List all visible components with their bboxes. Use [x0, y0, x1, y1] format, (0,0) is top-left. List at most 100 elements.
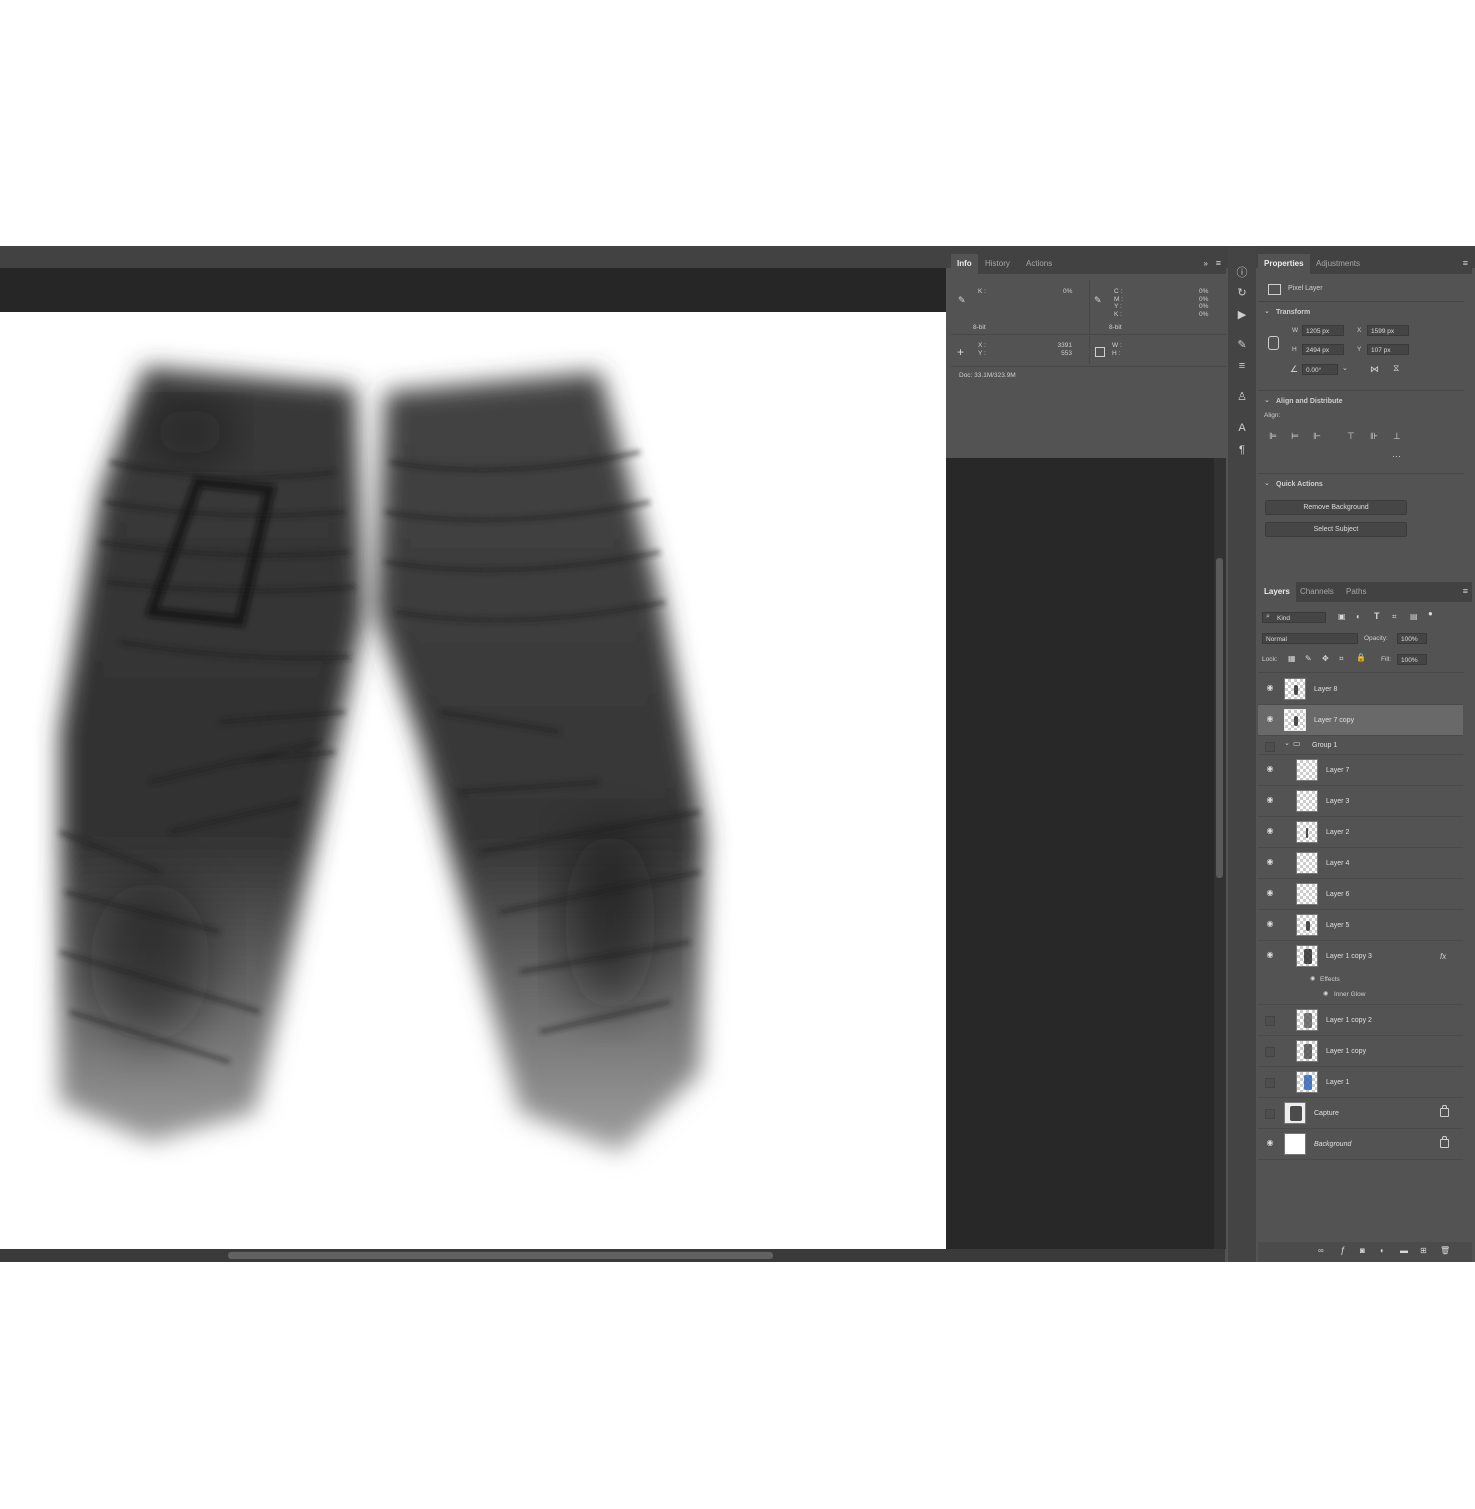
collapse-icon[interactable]: » — [1204, 260, 1208, 268]
panel-menu-icon[interactable]: ≡ — [1463, 259, 1468, 268]
fill-input[interactable]: 100% — [1397, 654, 1427, 665]
inner-glow-eye-icon[interactable]: ◉ — [1323, 991, 1328, 997]
more-icon[interactable]: ··· — [1392, 452, 1401, 461]
layer-group-row[interactable]: ⌄ ▭ Group 1 — [1258, 736, 1463, 755]
add-style-fx-icon[interactable]: ƒ — [1340, 1246, 1345, 1255]
visibility-toggle[interactable] — [1265, 1078, 1275, 1088]
history-icon[interactable]: ↻ — [1228, 286, 1256, 299]
align-left-icon[interactable]: ⊫ — [1269, 432, 1277, 441]
layer-row[interactable]: ◉ Layer 2 — [1258, 817, 1463, 848]
visibility-eye-icon[interactable]: ◉ — [1265, 888, 1275, 898]
visibility-toggle[interactable] — [1265, 1016, 1275, 1026]
layer-row[interactable]: ◉ Layer 6 — [1258, 879, 1463, 910]
layer-effects-fx-icon[interactable]: fx — [1440, 952, 1446, 961]
layer-row[interactable]: ◉ Layer 7 copy — [1258, 705, 1463, 736]
visibility-eye-icon[interactable]: ◉ — [1265, 795, 1275, 805]
layer-row[interactable]: ◉ Layer 8 — [1258, 674, 1463, 705]
horizontal-scrollbar-thumb[interactable] — [228, 1252, 773, 1259]
trash-icon[interactable]: 🗑 — [1440, 1247, 1450, 1255]
layer-row[interactable]: Layer 1 — [1258, 1067, 1463, 1098]
visibility-eye-icon[interactable]: ◉ — [1265, 826, 1275, 836]
new-layer-icon[interactable]: ⊞ — [1420, 1247, 1427, 1255]
select-subject-button[interactable]: Select Subject — [1265, 522, 1407, 537]
filter-pixel-icon[interactable]: ▣ — [1338, 613, 1346, 621]
align-center-h-icon[interactable]: ⊨ — [1291, 432, 1299, 441]
tab-actions[interactable]: Actions — [1020, 254, 1058, 274]
layer-row[interactable]: ◉ Layer 5 — [1258, 910, 1463, 941]
panel-menu-icon[interactable]: ≡ — [1463, 587, 1468, 596]
tab-properties[interactable]: Properties — [1258, 254, 1310, 274]
stamp-icon[interactable]: ♙ — [1228, 390, 1256, 403]
blend-mode-select[interactable]: Normal — [1262, 633, 1358, 644]
filter-adjustment-icon[interactable]: ◐ — [1356, 613, 1361, 621]
visibility-toggle[interactable] — [1265, 742, 1275, 752]
visibility-eye-icon[interactable]: ◉ — [1265, 764, 1275, 774]
tab-adjustments[interactable]: Adjustments — [1310, 254, 1366, 274]
link-layers-icon[interactable]: ∞ — [1318, 1247, 1324, 1255]
flip-vertical-icon[interactable]: ⧖ — [1393, 364, 1399, 373]
horizontal-scrollbar[interactable] — [0, 1249, 1225, 1262]
visibility-eye-icon[interactable]: ◉ — [1265, 857, 1275, 867]
visibility-eye-icon[interactable]: ◉ — [1265, 950, 1275, 960]
new-adjustment-icon[interactable]: ◐ — [1380, 1247, 1385, 1255]
paragraph-icon[interactable]: ¶ — [1228, 444, 1256, 456]
lock-artboard-icon[interactable]: ⌗ — [1339, 655, 1344, 663]
align-bottom-icon[interactable]: ⊥ — [1393, 432, 1401, 441]
visibility-toggle[interactable] — [1265, 1047, 1275, 1057]
chevron-down-icon[interactable]: ⌄ — [1284, 740, 1290, 747]
chevron-down-icon[interactable]: ⌄ — [1264, 308, 1270, 315]
layer-row[interactable]: ◉ Background — [1258, 1129, 1463, 1160]
filter-toggle-icon[interactable]: ● — [1428, 610, 1433, 618]
vertical-scrollbar-thumb[interactable] — [1216, 558, 1223, 878]
filter-shape-icon[interactable]: ⌗ — [1392, 613, 1397, 621]
document-canvas[interactable] — [0, 312, 946, 1249]
layer-row[interactable]: ◉ Layer 1 copy 3 fx ◉ Effects ◉ Inner Gl… — [1258, 941, 1463, 1005]
align-top-icon[interactable]: ⊤ — [1347, 432, 1355, 441]
transform-w-input[interactable]: 1205 px — [1302, 325, 1344, 336]
tab-info[interactable]: Info — [951, 254, 978, 274]
filter-type-icon[interactable]: T — [1374, 612, 1380, 621]
visibility-eye-icon[interactable]: ◉ — [1265, 714, 1275, 724]
chevron-down-icon[interactable]: ⌄ — [1264, 397, 1270, 404]
lock-all-icon[interactable]: 🔒 — [1356, 654, 1366, 662]
vertical-scrollbar[interactable] — [1214, 458, 1226, 1249]
filter-kind-select[interactable]: Kind — [1262, 612, 1326, 623]
chevron-down-icon[interactable]: ⌄ — [1264, 480, 1270, 487]
chevron-down-icon[interactable]: ⌄ — [1342, 365, 1348, 372]
lock-icon[interactable] — [1440, 1136, 1449, 1148]
flip-horizontal-icon[interactable]: ⋈ — [1370, 365, 1379, 374]
opacity-input[interactable]: 100% — [1397, 633, 1427, 644]
tab-paths[interactable]: Paths — [1340, 582, 1372, 602]
character-icon[interactable]: A — [1228, 422, 1256, 434]
layer-row[interactable]: Layer 1 copy 2 — [1258, 1005, 1463, 1036]
new-group-icon[interactable]: ▬ — [1400, 1247, 1408, 1255]
effects-eye-icon[interactable]: ◉ — [1310, 976, 1315, 982]
layer-row[interactable]: Capture — [1258, 1098, 1463, 1129]
remove-background-button[interactable]: Remove Background — [1265, 500, 1407, 515]
lock-position-icon[interactable]: ✥ — [1322, 655, 1329, 663]
align-middle-v-icon[interactable]: ⊪ — [1370, 432, 1378, 441]
filter-smart-object-icon[interactable]: ▤ — [1410, 613, 1418, 621]
transform-x-input[interactable]: 1599 px — [1367, 325, 1409, 336]
adjust-icon[interactable]: ≡ — [1228, 360, 1256, 372]
visibility-eye-icon[interactable]: ◉ — [1265, 1138, 1275, 1148]
tab-history[interactable]: History — [979, 254, 1016, 274]
lock-pixels-icon[interactable]: ✎ — [1305, 655, 1312, 663]
tab-channels[interactable]: Channels — [1294, 582, 1340, 602]
add-mask-icon[interactable]: ◙ — [1360, 1247, 1365, 1255]
transform-h-input[interactable]: 2494 px — [1302, 344, 1344, 355]
lock-icon[interactable] — [1440, 1105, 1449, 1117]
visibility-eye-icon[interactable]: ◉ — [1265, 683, 1275, 693]
layer-row[interactable]: ◉ Layer 4 — [1258, 848, 1463, 879]
layer-row[interactable]: ◉ Layer 7 — [1258, 755, 1463, 786]
transform-angle-input[interactable]: 0.00° — [1302, 364, 1338, 375]
info-icon[interactable]: ⓘ — [1228, 264, 1256, 280]
align-right-icon[interactable]: ⊩ — [1313, 432, 1321, 441]
layer-row[interactable]: Layer 1 copy — [1258, 1036, 1463, 1067]
transform-y-input[interactable]: 107 px — [1367, 344, 1409, 355]
lock-transparent-icon[interactable]: ▦ — [1288, 655, 1296, 663]
link-icon[interactable] — [1268, 336, 1279, 350]
visibility-eye-icon[interactable]: ◉ — [1265, 919, 1275, 929]
panel-menu-icon[interactable]: ≡ — [1216, 259, 1221, 268]
play-icon[interactable]: ▶ — [1228, 308, 1256, 321]
